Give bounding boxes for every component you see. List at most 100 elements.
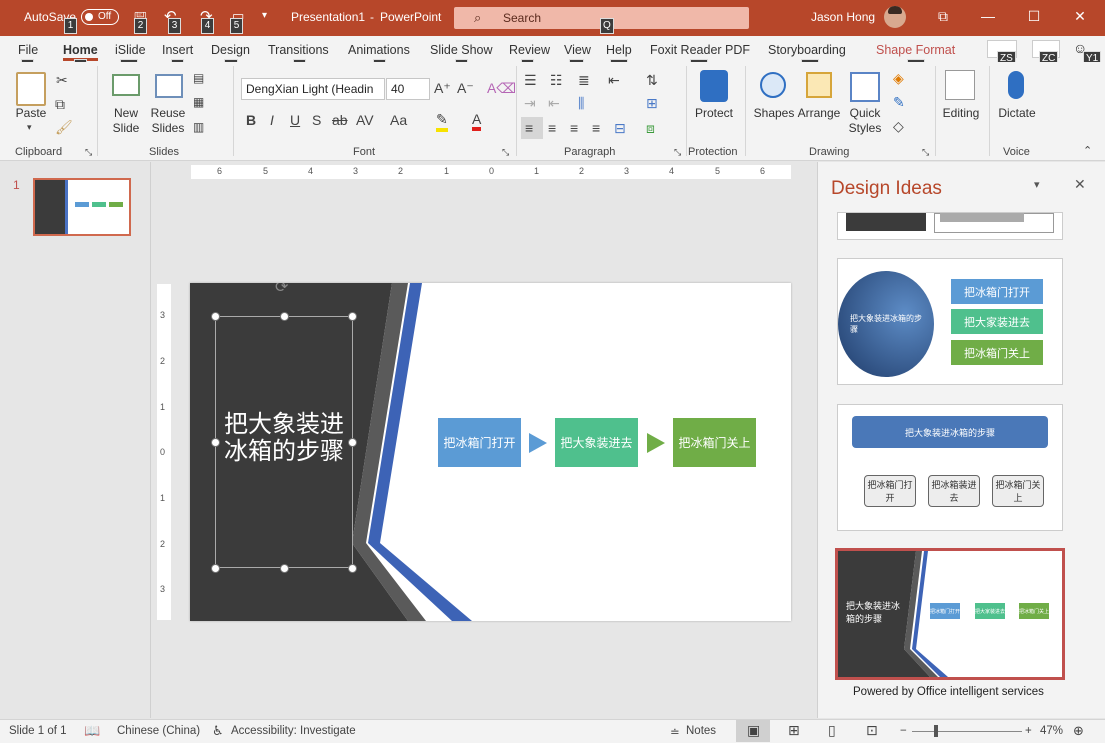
tab-design[interactable]: Design bbox=[211, 43, 250, 57]
quick-styles-button[interactable]: Quick Styles bbox=[842, 106, 888, 136]
maximize-icon[interactable]: ☐ bbox=[1024, 8, 1044, 25]
slideshow-icon[interactable]: ⊡ bbox=[866, 722, 878, 739]
cut-icon[interactable]: ✂ bbox=[56, 72, 68, 89]
paste-button[interactable]: Paste bbox=[14, 106, 48, 121]
user-name[interactable]: Jason Hong bbox=[811, 10, 875, 24]
distributed-icon[interactable]: ⊟ bbox=[614, 120, 626, 137]
align-center-icon[interactable]: ≡ bbox=[548, 120, 556, 136]
underline-icon[interactable]: U bbox=[290, 112, 300, 128]
tab-insert[interactable]: Insert bbox=[162, 43, 193, 57]
autosave-toggle[interactable]: Off bbox=[81, 9, 119, 25]
rotate-handle-icon[interactable]: ⟳ bbox=[275, 283, 288, 297]
zoom-level[interactable]: 47% bbox=[1040, 725, 1063, 737]
microphone-icon[interactable] bbox=[1008, 71, 1024, 99]
shapes-button[interactable]: Shapes bbox=[752, 106, 796, 121]
font-color-icon[interactable]: A bbox=[472, 111, 482, 131]
find-icon[interactable] bbox=[945, 70, 975, 100]
resize-handle[interactable] bbox=[211, 312, 220, 321]
zoom-thumb[interactable] bbox=[934, 725, 938, 737]
indent-icon[interactable]: ⇥ bbox=[524, 95, 536, 112]
bullets-icon[interactable]: ☰ bbox=[524, 72, 537, 89]
copy-icon[interactable]: ⧉ bbox=[55, 96, 65, 113]
dictate-button[interactable]: Dictate bbox=[992, 106, 1042, 121]
align-right-icon[interactable]: ≡ bbox=[570, 120, 578, 136]
bold-icon[interactable]: B bbox=[246, 112, 256, 128]
shadow-icon[interactable]: S bbox=[312, 112, 321, 128]
slide-title[interactable]: 把大象装进冰箱的步骤 bbox=[218, 411, 350, 465]
resize-handle[interactable] bbox=[348, 438, 357, 447]
layout-icon[interactable]: ▤ bbox=[193, 71, 204, 85]
close-icon[interactable]: ✕ bbox=[1070, 8, 1090, 25]
char-spacing-icon[interactable]: AV bbox=[356, 112, 374, 128]
zoom-slider[interactable] bbox=[912, 731, 1022, 732]
new-slide-button[interactable]: New Slide bbox=[104, 106, 148, 136]
clear-format-icon[interactable]: A⌫ bbox=[487, 80, 516, 97]
font-name-combo[interactable]: DengXian Light (Headin bbox=[241, 78, 385, 100]
resize-handle[interactable] bbox=[348, 564, 357, 573]
collapse-ribbon-icon[interactable]: ⌃ bbox=[1083, 144, 1092, 157]
arrange-icon[interactable] bbox=[806, 72, 832, 98]
tab-file[interactable]: File bbox=[18, 43, 38, 57]
accessibility-status[interactable]: Accessibility: Investigate bbox=[231, 725, 356, 737]
protect-button[interactable]: Protect bbox=[690, 106, 738, 121]
highlight-icon[interactable]: ✎ bbox=[436, 111, 448, 132]
flow-step-2[interactable]: 把大象装进去 bbox=[555, 418, 638, 467]
slide-thumbnail[interactable] bbox=[33, 178, 131, 236]
tab-animations[interactable]: Animations bbox=[348, 43, 410, 57]
shapes-icon[interactable] bbox=[760, 72, 786, 98]
tab-islide[interactable]: iSlide bbox=[115, 43, 146, 57]
shape-outline-icon[interactable]: ✎ bbox=[893, 94, 905, 111]
resize-handle[interactable] bbox=[348, 312, 357, 321]
align-text-icon[interactable]: ⊞ bbox=[646, 95, 658, 112]
shape-fill-icon[interactable]: ◈ bbox=[893, 70, 904, 87]
dialog-launcher-icon[interactable]: ⤡ bbox=[85, 147, 92, 158]
tab-transitions[interactable]: Transitions bbox=[268, 43, 329, 57]
resize-handle[interactable] bbox=[211, 438, 220, 447]
minimize-icon[interactable]: — bbox=[978, 8, 998, 24]
resize-handle[interactable] bbox=[280, 564, 289, 573]
smartart-icon[interactable]: ⧈ bbox=[646, 120, 655, 137]
strikethrough-icon[interactable]: ab bbox=[332, 112, 348, 128]
decrease-indent-icon[interactable]: ⇤ bbox=[608, 72, 620, 89]
design-idea-3[interactable]: 把大象装进冰箱的步骤 把冰箱门打开 把冰箱装进去 把冰箱门关上 bbox=[837, 404, 1063, 531]
change-case-icon[interactable]: Aa bbox=[390, 112, 407, 128]
customize-icon[interactable]: ▾ bbox=[262, 10, 267, 21]
tab-shape-format[interactable]: Shape Format bbox=[876, 43, 955, 57]
line-spacing-icon[interactable]: ≣ bbox=[578, 72, 590, 89]
pane-options-icon[interactable]: ▾ bbox=[1034, 178, 1040, 191]
design-idea-1[interactable] bbox=[837, 212, 1063, 240]
font-size-combo[interactable]: 40 bbox=[386, 78, 430, 100]
zoom-out-icon[interactable]: − bbox=[900, 725, 907, 737]
reuse-slides-button[interactable]: Reuse Slides bbox=[148, 106, 188, 136]
resize-handle[interactable] bbox=[280, 312, 289, 321]
paste-icon[interactable] bbox=[16, 72, 46, 106]
shrink-font-icon[interactable]: A⁻ bbox=[457, 80, 474, 97]
reset-icon[interactable]: ▦ bbox=[193, 95, 204, 109]
notes-icon[interactable]: ≐ bbox=[670, 725, 680, 739]
italic-icon[interactable]: I bbox=[270, 112, 274, 128]
slide-sorter-icon[interactable]: ⊞ bbox=[788, 722, 800, 739]
chevron-down-icon[interactable]: ▾ bbox=[27, 122, 32, 133]
dialog-launcher-icon[interactable]: ⤡ bbox=[674, 147, 681, 158]
dialog-launcher-icon[interactable]: ⤡ bbox=[502, 147, 509, 158]
tab-foxit[interactable]: Foxit Reader PDF bbox=[650, 43, 750, 57]
fit-slide-icon[interactable]: ⊕ bbox=[1073, 723, 1084, 739]
tab-help[interactable]: Help bbox=[606, 43, 632, 57]
text-direction-icon[interactable]: ⇅ bbox=[646, 72, 658, 89]
flow-step-1[interactable]: 把冰箱门打开 bbox=[438, 418, 521, 467]
numbering-icon[interactable]: ☷ bbox=[550, 72, 563, 89]
dialog-launcher-icon[interactable]: ⤡ bbox=[922, 147, 929, 158]
flow-step-3[interactable]: 把冰箱门关上 bbox=[673, 418, 756, 467]
shape-effects-icon[interactable]: ◇ bbox=[893, 118, 904, 135]
tab-view[interactable]: View bbox=[564, 43, 591, 57]
justify-icon[interactable]: ≡ bbox=[592, 120, 600, 136]
editing-button[interactable]: Editing bbox=[938, 106, 984, 121]
accessibility-icon[interactable]: ♿ bbox=[212, 723, 224, 739]
tab-storyboarding[interactable]: Storyboarding bbox=[768, 43, 846, 57]
reuse-slides-icon[interactable] bbox=[155, 74, 183, 98]
design-idea-4[interactable]: 把大象装进冰箱的步骤 把冰箱门打开 把大家装进去 把冰箱门关上 bbox=[835, 548, 1065, 680]
grow-font-icon[interactable]: A⁺ bbox=[434, 80, 451, 97]
reading-view-icon[interactable]: ▯ bbox=[828, 722, 836, 739]
design-idea-2[interactable]: 把大象装进冰箱的步骤 把冰箱门打开 把大家装进去 把冰箱门关上 bbox=[837, 258, 1063, 385]
tab-review[interactable]: Review bbox=[509, 43, 550, 57]
